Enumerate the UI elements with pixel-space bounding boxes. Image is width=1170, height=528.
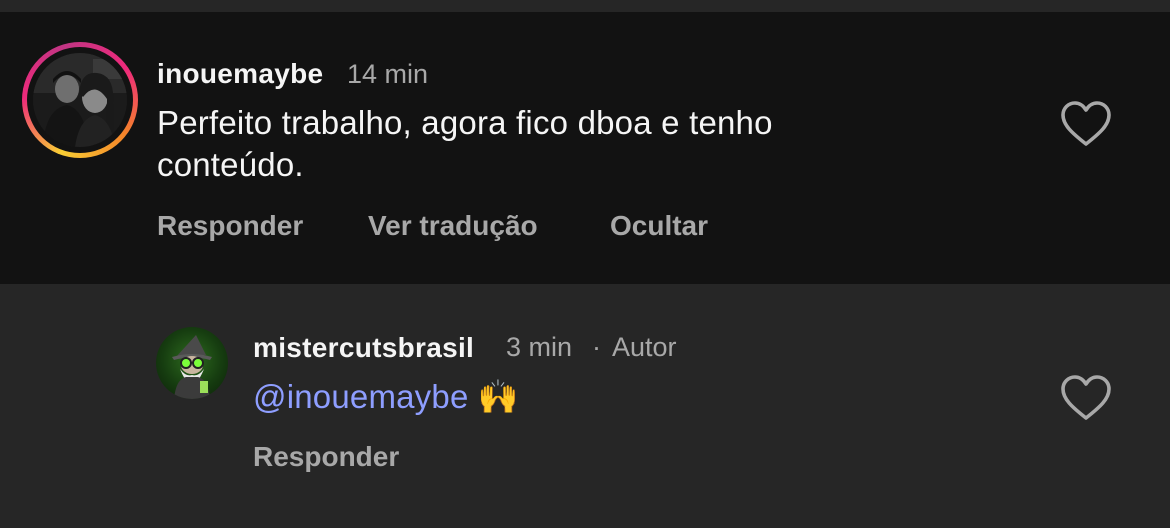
comment-username[interactable]: inouemaybe — [157, 58, 323, 90]
heart-outline-icon[interactable] — [1060, 100, 1112, 148]
reply-comment-item — [0, 284, 1170, 528]
raising-hands-emoji: 🙌 — [477, 378, 520, 415]
reply-button[interactable]: Responder — [157, 210, 303, 242]
comment-text-line-2: conteúdo. — [157, 146, 304, 183]
reply-button[interactable]: Responder — [253, 441, 399, 473]
reply-username[interactable]: mistercutsbrasil — [253, 332, 474, 364]
comment-timestamp: 14 min — [347, 59, 429, 89]
meta-separator: · — [592, 332, 601, 362]
comment-text-line-1: Perfeito trabalho, agora fico dboa e ten… — [157, 104, 773, 141]
story-ring-avatar[interactable] — [22, 42, 138, 158]
reply-text: @inouemaybe 🙌 — [253, 376, 519, 418]
wizard-logo-icon[interactable] — [156, 327, 228, 399]
top-divider — [0, 0, 1170, 12]
mention-link[interactable]: @inouemaybe — [253, 378, 469, 415]
comments-panel: inouemaybe 14 min Perfeito trabalho, ago… — [0, 0, 1170, 528]
hide-button[interactable]: Ocultar — [610, 210, 708, 242]
author-badge: Autor — [612, 332, 677, 362]
reply-timestamp: 3 min — [506, 332, 573, 362]
heart-outline-icon[interactable] — [1060, 374, 1112, 422]
see-translation-button[interactable]: Ver tradução — [368, 210, 538, 242]
profile-photo-icon — [33, 53, 127, 147]
